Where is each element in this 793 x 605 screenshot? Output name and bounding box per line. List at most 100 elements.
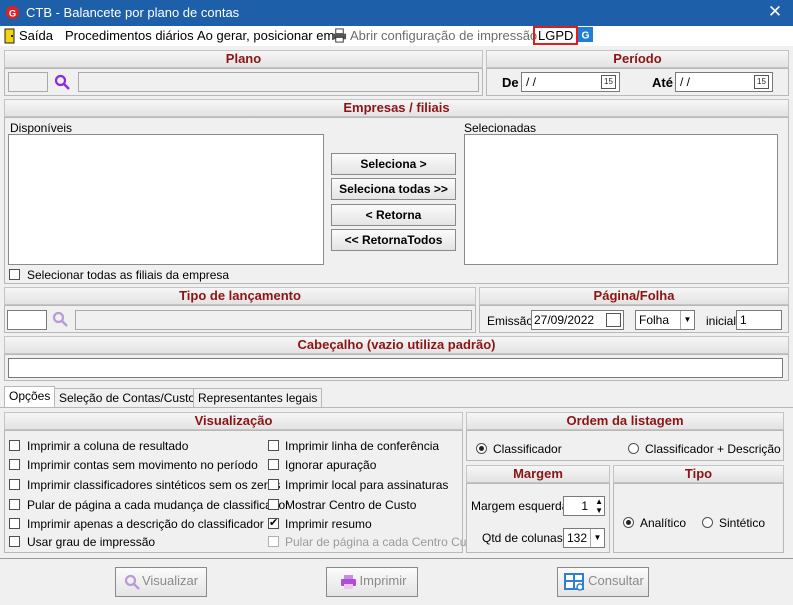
date-to-value: / / bbox=[680, 75, 691, 89]
tipo-analitico-radio[interactable] bbox=[623, 517, 634, 528]
margem-esquerda-input[interactable]: 1 ▲ ▼ bbox=[563, 496, 605, 516]
folha-select-value: Folha bbox=[639, 313, 670, 327]
margem-esquerda-label: Margem esquerda bbox=[471, 499, 569, 513]
footer-divider bbox=[0, 558, 793, 559]
plano-code-input[interactable] bbox=[8, 72, 48, 92]
tipo-lancamento-code-input[interactable] bbox=[7, 310, 47, 330]
date-from-value: / / bbox=[526, 75, 537, 89]
ordem-header: Ordem da listagem bbox=[466, 412, 784, 430]
pagina-header: Página/Folha bbox=[479, 287, 789, 305]
cabecalho-input[interactable] bbox=[8, 358, 783, 378]
printer-icon bbox=[332, 28, 347, 43]
periodo-header: Período bbox=[486, 50, 789, 68]
chevron-down-icon: ▼ bbox=[590, 529, 604, 547]
opt-linha-conferencia-checkbox[interactable] bbox=[268, 440, 279, 451]
tab-selecao-contas[interactable]: Seleção de Contas/Custos bbox=[54, 388, 207, 408]
spinner-icon[interactable]: ▲ ▼ bbox=[595, 497, 603, 515]
opt-apenas-descricao-checkbox[interactable] bbox=[9, 518, 20, 529]
emissao-date-value: 27/09/2022 bbox=[534, 313, 595, 327]
opt-apenas-descricao-label: Imprimir apenas a descrição do classific… bbox=[27, 517, 264, 531]
calendar-icon[interactable]: 15 bbox=[601, 75, 616, 89]
opt-ignorar-apuracao-checkbox[interactable] bbox=[268, 459, 279, 470]
opt-grau-impressao-label: Usar grau de impressão bbox=[27, 535, 156, 549]
opt-imprimir-resumo-checkbox[interactable] bbox=[268, 516, 279, 529]
tipo-sintetico-label: Sintético bbox=[719, 516, 766, 530]
svg-text:G: G bbox=[581, 31, 589, 42]
menu-lgpd[interactable]: LGPD bbox=[533, 26, 579, 45]
opt-coluna-resultado-checkbox[interactable] bbox=[9, 440, 20, 451]
tipo-lancamento-description-input bbox=[75, 310, 472, 330]
opt-local-assinaturas-checkbox[interactable] bbox=[268, 479, 279, 490]
app-g-icon[interactable]: G bbox=[578, 27, 593, 42]
opt-centro-custo-checkbox[interactable] bbox=[268, 499, 279, 510]
tab-opcoes[interactable]: Opções bbox=[4, 386, 56, 408]
qtd-colunas-select[interactable]: 132 ▼ bbox=[563, 528, 605, 548]
menu-position[interactable]: Ao gerar, posicionar em bbox=[197, 28, 334, 43]
tipo-sintetico-radio[interactable] bbox=[702, 517, 713, 528]
emissao-label: Emissão bbox=[487, 314, 534, 328]
plano-header: Plano bbox=[4, 50, 483, 68]
return-all-button[interactable]: << RetornaTodos bbox=[331, 229, 456, 251]
inicial-label: inicial bbox=[706, 314, 737, 328]
window-title: CTB - Balancete por plano de contas bbox=[26, 5, 240, 20]
calendar-icon[interactable]: 15 bbox=[754, 75, 769, 89]
search-icon bbox=[124, 574, 140, 590]
search-icon[interactable] bbox=[54, 74, 70, 90]
tipo-lancamento-header: Tipo de lançamento bbox=[4, 287, 476, 305]
close-icon[interactable]: ✕ bbox=[765, 2, 785, 22]
tipo-header: Tipo bbox=[613, 465, 784, 483]
ordem-classificador-descricao-label: Classificador + Descrição bbox=[645, 442, 781, 456]
app-logo-icon: G bbox=[5, 5, 20, 20]
svg-text:G: G bbox=[9, 8, 16, 18]
search-icon[interactable] bbox=[52, 311, 68, 327]
title-bar: G CTB - Balancete por plano de contas ✕ bbox=[0, 0, 793, 26]
ordem-classificador-descricao-radio[interactable] bbox=[628, 443, 639, 454]
tab-divider bbox=[0, 407, 793, 408]
consultar-label: Consultar bbox=[588, 573, 644, 588]
tipo-analitico-label: Analítico bbox=[640, 516, 687, 530]
empresas-header: Empresas / filiais bbox=[4, 99, 789, 117]
imprimir-button[interactable]: Imprimir bbox=[326, 567, 418, 597]
menu-exit[interactable]: Saída bbox=[19, 28, 53, 43]
select-all-filiais-checkbox[interactable] bbox=[9, 269, 20, 280]
opt-contas-sem-movimento-checkbox[interactable] bbox=[9, 459, 20, 470]
select-all-filiais-label: Selecionar todas as filiais da empresa bbox=[27, 268, 230, 282]
plano-description-input bbox=[78, 72, 479, 92]
available-list[interactable] bbox=[8, 134, 324, 265]
folha-select[interactable]: Folha ▼ bbox=[635, 310, 695, 330]
ordem-classificador-radio[interactable] bbox=[476, 443, 487, 454]
select-all-button[interactable]: Seleciona todas >> bbox=[331, 178, 456, 200]
menu-daily-procedures[interactable]: Procedimentos diários bbox=[65, 28, 194, 43]
exit-door-icon bbox=[4, 28, 15, 44]
opt-pular-pagina-classificador-label: Pular de página a cada mudança de classi… bbox=[27, 498, 290, 512]
opt-pular-pagina-classificador-checkbox[interactable] bbox=[9, 499, 20, 510]
chevron-down-icon: ▼ bbox=[680, 311, 694, 329]
selected-label: Selecionadas bbox=[464, 121, 537, 135]
inicial-input[interactable]: 1 bbox=[736, 310, 782, 330]
printer-icon bbox=[341, 575, 356, 589]
visualizar-button[interactable]: Visualizar bbox=[115, 567, 207, 597]
calendar-icon[interactable] bbox=[606, 313, 621, 327]
cabecalho-header: Cabeçalho (vazio utiliza padrão) bbox=[4, 336, 789, 354]
visualizacao-header: Visualização bbox=[4, 412, 463, 430]
opt-local-assinaturas-label: Imprimir local para assinaturas bbox=[285, 478, 449, 492]
imprimir-label: Imprimir bbox=[359, 573, 407, 588]
return-button[interactable]: < Retorna bbox=[331, 204, 456, 226]
qtd-colunas-value: 132 bbox=[567, 531, 588, 545]
opt-classificadores-sinteticos-checkbox[interactable] bbox=[9, 479, 20, 490]
opt-centro-custo-label: Mostrar Centro de Custo bbox=[285, 498, 417, 512]
select-button[interactable]: Seleciona > bbox=[331, 153, 456, 175]
opt-linha-conferencia-label: Imprimir linha de conferência bbox=[285, 439, 440, 453]
selected-list[interactable] bbox=[464, 134, 778, 265]
menu-print-config[interactable]: Abrir configuração de impressão bbox=[350, 28, 537, 43]
opt-pular-centro-custo-checkbox bbox=[268, 536, 279, 547]
consultar-button[interactable]: Consultar bbox=[557, 567, 649, 597]
tab-representantes[interactable]: Representantes legais bbox=[193, 388, 323, 408]
de-label: De bbox=[502, 75, 519, 90]
opt-grau-impressao-checkbox[interactable] bbox=[9, 536, 20, 547]
opt-imprimir-resumo-label: Imprimir resumo bbox=[285, 517, 372, 531]
opt-classificadores-sinteticos-label: Imprimir classificadores sintéticos sem … bbox=[27, 478, 281, 492]
opt-contas-sem-movimento-label: Imprimir contas sem movimento no período bbox=[27, 458, 258, 472]
qtd-colunas-label: Qtd de colunas bbox=[482, 531, 563, 545]
menu-bar: Saída Procedimentos diários Ao gerar, po… bbox=[0, 26, 793, 46]
